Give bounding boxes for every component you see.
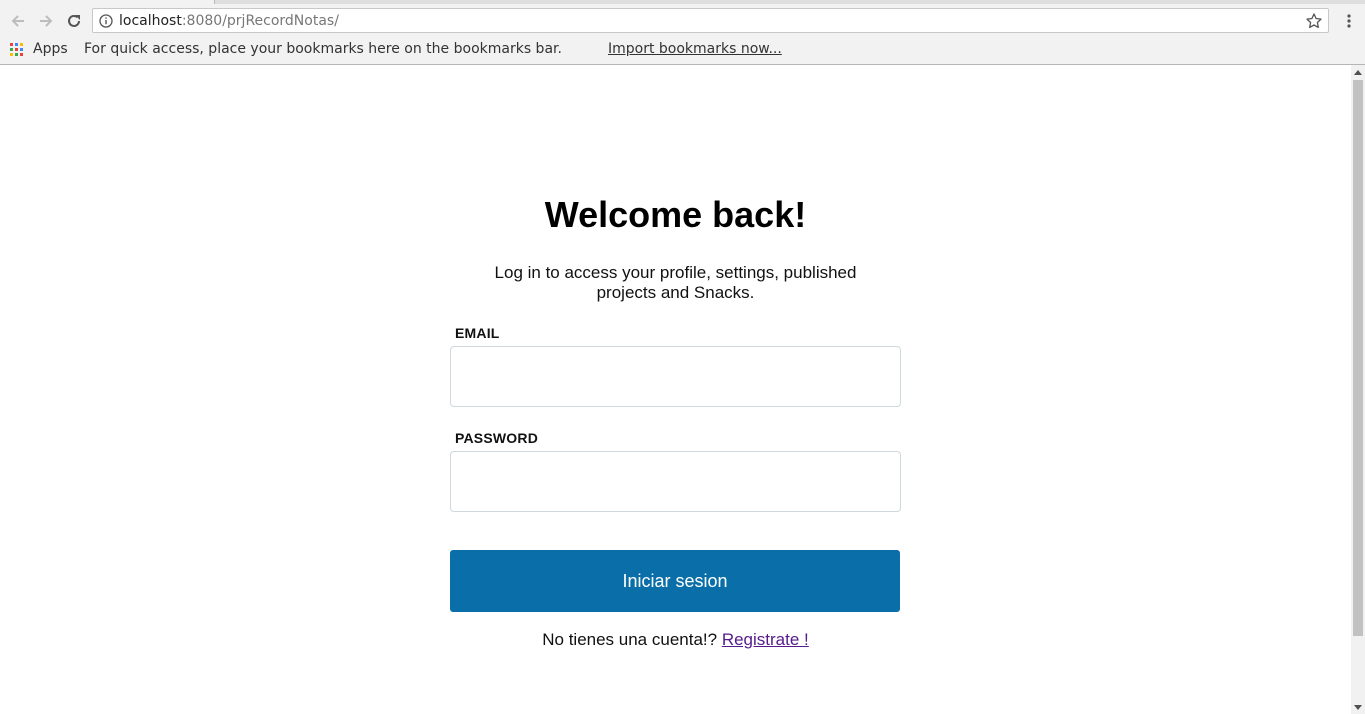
url-path: :8080/prjRecordNotas/ <box>181 13 339 29</box>
back-button[interactable] <box>6 9 30 33</box>
page-title: Welcome back! <box>544 194 807 235</box>
scroll-up-arrow-icon[interactable] <box>1354 70 1362 75</box>
register-link[interactable]: Registrate ! <box>722 630 809 649</box>
import-bookmarks-link[interactable]: Import bookmarks now... <box>608 41 782 57</box>
url-host: localhost <box>119 13 182 29</box>
bookmarks-hint: For quick access, place your bookmarks h… <box>84 41 562 57</box>
forward-button[interactable] <box>34 9 58 33</box>
page-scrollbar[interactable] <box>1351 65 1365 714</box>
apps-shortcut[interactable]: Apps <box>33 41 68 57</box>
star-icon[interactable] <box>1305 12 1323 30</box>
page-subtitle: Log in to access your profile, settings,… <box>494 263 857 302</box>
register-prompt-text: No tienes una cuenta!? <box>542 630 718 649</box>
forward-arrow-icon <box>40 15 53 27</box>
reload-button[interactable] <box>62 9 86 33</box>
page-content: Welcome back! Log in to access your prof… <box>0 65 1351 714</box>
password-label: PASSWORD <box>455 430 539 446</box>
login-button[interactable]: Iniciar sesion <box>450 550 900 612</box>
address-bar[interactable]: localhost:8080/prjRecordNotas/ <box>92 8 1329 33</box>
info-icon[interactable] <box>99 14 113 28</box>
url-text[interactable]: localhost:8080/prjRecordNotas/ <box>119 13 339 29</box>
bookmarks-bar: Apps For quick access, place your bookma… <box>0 38 1365 65</box>
browser-toolbar: localhost:8080/prjRecordNotas/ <box>0 4 1365 38</box>
menu-dots-icon <box>1347 14 1351 28</box>
browser-menu-button[interactable] <box>1339 9 1359 33</box>
reload-icon <box>68 14 80 27</box>
scrollbar-thumb[interactable] <box>1353 80 1363 636</box>
back-arrow-icon <box>11 15 24 27</box>
email-label: EMAIL <box>455 325 500 341</box>
apps-grid-icon[interactable] <box>10 43 24 57</box>
email-field[interactable] <box>450 346 901 407</box>
register-prompt: No tienes una cuenta!? Registrate ! <box>0 630 1351 650</box>
scroll-down-arrow-icon[interactable] <box>1354 705 1362 710</box>
password-field[interactable] <box>450 451 901 512</box>
